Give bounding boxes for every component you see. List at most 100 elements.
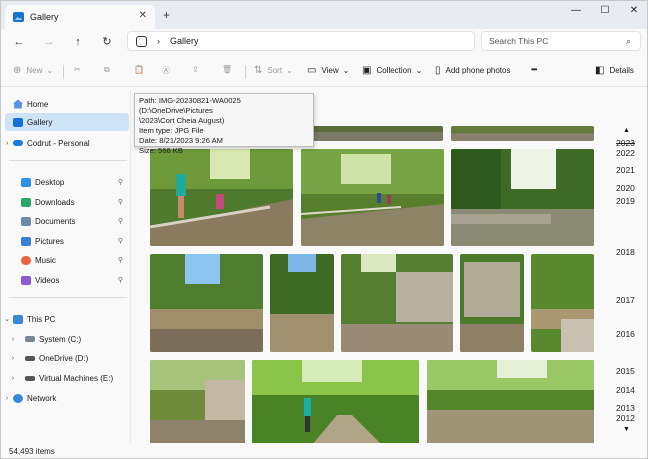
sidebar-item-onedrive-personal[interactable]: › Codrut - Personal xyxy=(1,134,129,152)
details-button[interactable]: ◧ Details xyxy=(595,65,634,76)
refresh-button[interactable]: ↻ xyxy=(99,34,115,50)
sidebar-item-virtual-machines-e[interactable]: › Virtual Machines (E:) xyxy=(1,369,129,387)
tooltip-date: Date: 8/21/2023 9:26 AM xyxy=(139,136,224,145)
photo-thumbnail[interactable] xyxy=(341,254,453,352)
sidebar-item-label: System (C:) xyxy=(39,334,82,344)
collapse-chevron-icon[interactable]: ⌄ xyxy=(1,315,13,323)
add-phone-photos-button[interactable]: ▯ Add phone photos xyxy=(435,65,510,76)
sidebar-item-home[interactable]: Home xyxy=(1,95,129,113)
command-bar: ⊕ New ⌄ ✂ ⧉ 📋 Ⓐ ⇪ 🗑 ⇅ Sort ⌄ ▭ View ⌄ ▣ … xyxy=(1,57,647,87)
tab-close-icon[interactable]: ✕ xyxy=(139,10,147,21)
expand-chevron-icon[interactable]: › xyxy=(1,336,25,343)
sidebar-item-music[interactable]: Music ⚲ xyxy=(1,251,129,269)
sidebar-item-label: Gallery xyxy=(27,117,53,127)
photo-thumbnail[interactable] xyxy=(150,360,245,443)
file-explorer-window: Gallery ✕ + — ☐ ✕ ← → ↑ ↻ › Gallery Sear… xyxy=(0,0,648,459)
up-button[interactable]: ↑ xyxy=(70,34,86,50)
photo-thumbnail[interactable] xyxy=(252,360,419,443)
rename-icon[interactable]: Ⓐ xyxy=(162,65,170,76)
timeline-year[interactable]: 2023 xyxy=(616,138,635,148)
music-icon xyxy=(21,255,31,265)
photo-thumbnail[interactable] xyxy=(460,254,524,352)
timeline-year[interactable]: 2022 xyxy=(616,148,635,158)
photo-thumbnail[interactable] xyxy=(427,360,594,443)
sidebar-item-desktop[interactable]: Desktop ⚲ xyxy=(1,173,129,191)
sidebar-item-gallery[interactable]: Gallery xyxy=(5,113,129,131)
address-bar[interactable]: › Gallery xyxy=(127,31,475,51)
timeline-year[interactable]: 2019 xyxy=(616,196,635,206)
new-tab-button[interactable]: + xyxy=(163,8,170,22)
sidebar-item-label: Downloads xyxy=(35,197,75,207)
breadcrumb-gallery[interactable]: Gallery xyxy=(170,36,199,46)
breadcrumb-chevron-icon[interactable]: › xyxy=(157,36,160,46)
scroll-up-icon[interactable]: ▲ xyxy=(623,127,630,134)
sidebar-item-label: Network xyxy=(27,393,57,403)
timeline-year[interactable]: 2013 xyxy=(616,403,635,413)
timeline-year[interactable]: 2012 xyxy=(616,413,635,423)
gallery-icon xyxy=(13,117,23,127)
pin-icon[interactable]: ⚲ xyxy=(118,276,123,284)
expand-chevron-icon[interactable]: › xyxy=(1,140,13,147)
photo-thumbnail[interactable] xyxy=(150,254,263,352)
timeline-year[interactable]: 2017 xyxy=(616,295,635,305)
photo-thumbnail[interactable] xyxy=(150,149,293,246)
tab-gallery[interactable]: Gallery ✕ xyxy=(5,5,155,29)
photo-thumbnail[interactable] xyxy=(270,254,334,352)
pin-icon[interactable]: ⚲ xyxy=(118,217,123,225)
chevron-down-icon: ⌄ xyxy=(415,66,423,75)
timeline-year[interactable]: 2021 xyxy=(616,165,635,175)
delete-icon[interactable]: 🗑 xyxy=(222,65,232,74)
pin-icon[interactable]: ⚲ xyxy=(118,178,123,186)
sidebar-item-videos[interactable]: Videos ⚲ xyxy=(1,271,129,289)
maximize-button[interactable]: ☐ xyxy=(598,5,612,16)
sidebar-item-network[interactable]: › Network xyxy=(1,389,129,407)
paste-icon[interactable]: 📋 xyxy=(134,65,144,74)
sidebar-item-label: Virtual Machines (E:) xyxy=(39,373,114,383)
expand-chevron-icon[interactable]: › xyxy=(1,395,13,402)
more-options-button[interactable]: ••• xyxy=(531,65,537,74)
timeline-year[interactable]: 2018 xyxy=(616,247,635,257)
sort-button[interactable]: ⇅ Sort ⌄ xyxy=(254,65,293,76)
new-button[interactable]: ⊕ New ⌄ xyxy=(13,65,53,76)
timeline-year[interactable]: 2015 xyxy=(616,366,635,376)
photo-thumbnail[interactable] xyxy=(451,149,594,246)
divider xyxy=(245,65,246,79)
pin-icon[interactable]: ⚲ xyxy=(118,256,123,264)
collection-button[interactable]: ▣ Collection ⌄ xyxy=(362,65,422,76)
photo-thumbnail[interactable] xyxy=(300,126,443,141)
pin-icon[interactable]: ⚲ xyxy=(118,237,123,245)
timeline-year[interactable]: 2014 xyxy=(616,385,635,395)
photo-thumbnail[interactable] xyxy=(301,149,444,246)
view-button[interactable]: ▭ View ⌄ xyxy=(307,65,349,76)
sidebar-item-downloads[interactable]: Downloads ⚲ xyxy=(1,193,129,211)
photo-thumbnail[interactable] xyxy=(531,254,594,352)
title-bar: Gallery ✕ + — ☐ ✕ xyxy=(1,1,647,29)
search-input[interactable]: Search This PC xyxy=(489,36,626,46)
close-button[interactable]: ✕ xyxy=(627,5,641,16)
share-icon[interactable]: ⇪ xyxy=(192,65,199,74)
gallery-location-icon xyxy=(136,35,147,47)
cut-icon[interactable]: ✂ xyxy=(74,65,81,74)
sidebar-item-documents[interactable]: Documents ⚲ xyxy=(1,212,129,230)
expand-chevron-icon[interactable]: › xyxy=(1,355,25,362)
file-info-tooltip: Path: IMG-20230821-WA0025 (D:\OneDrive\P… xyxy=(134,93,314,155)
search-box[interactable]: Search This PC ⌕ xyxy=(481,31,641,51)
download-icon xyxy=(21,197,31,207)
minimize-button[interactable]: — xyxy=(569,5,583,16)
sidebar-item-this-pc[interactable]: ⌄ This PC xyxy=(1,310,129,328)
expand-chevron-icon[interactable]: › xyxy=(1,375,25,382)
sidebar-item-pictures[interactable]: Pictures ⚲ xyxy=(1,232,129,250)
copy-icon[interactable]: ⧉ xyxy=(104,65,110,75)
timeline-scrubber[interactable]: ▲ 2023 2022 2021 2020 2019 2018 2017 201… xyxy=(612,88,647,443)
photo-thumbnail[interactable] xyxy=(451,126,594,141)
timeline-year[interactable]: 2016 xyxy=(616,329,635,339)
scroll-down-icon[interactable]: ▼ xyxy=(623,426,630,433)
timeline-year[interactable]: 2020 xyxy=(616,183,635,193)
sidebar-item-system-c[interactable]: › System (C:) xyxy=(1,330,129,348)
sidebar-item-onedrive-d[interactable]: › OneDrive (D:) xyxy=(1,349,129,367)
divider xyxy=(63,65,64,79)
forward-button[interactable]: → xyxy=(41,34,57,50)
back-button[interactable]: ← xyxy=(11,34,27,50)
view-icon: ▭ xyxy=(307,65,317,76)
pin-icon[interactable]: ⚲ xyxy=(118,198,123,206)
